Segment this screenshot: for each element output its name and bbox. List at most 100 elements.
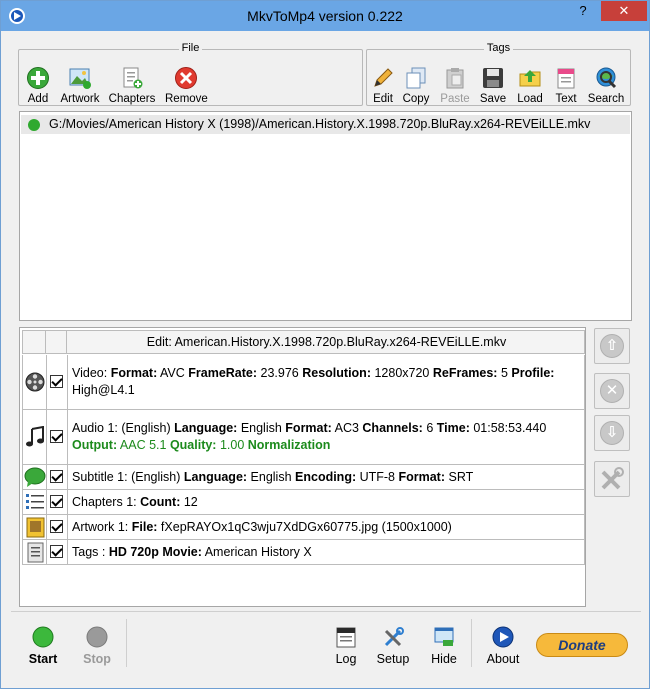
list-icon [26,494,44,509]
load-tags-button[interactable]: Load [515,66,545,105]
copy-tags-button[interactable]: Copy [401,66,431,105]
stop-icon [86,626,108,648]
search-tags-button[interactable]: Search [586,66,626,105]
hide-button[interactable]: Hide [427,626,461,666]
add-label: Add [27,93,49,105]
arrow-up-icon: ⇧ [600,334,624,358]
table-row-tags[interactable]: Tags : HD 720p Movie: American History X [22,540,585,565]
about-label: About [486,652,520,666]
table-row-artwork[interactable]: Artwork 1: File: fXepRAYOx1qC3wju7XdDGx6… [22,515,585,540]
artwork-icon [68,66,92,90]
setup-label: Setup [376,652,410,666]
chapters-label: Chapters [108,93,156,105]
chapters-button[interactable]: Chapters [107,66,157,105]
edit-tags-button[interactable]: Edit [369,66,397,105]
tags-checkbox[interactable] [50,545,63,558]
image-icon [26,517,45,538]
edit-tags-label: Edit [373,93,393,105]
table-row-subtitle[interactable]: Subtitle 1: (English) Language: English … [22,465,585,490]
stop-button[interactable]: Stop [78,626,116,666]
subtitle-info: Subtitle 1: (English) Language: English … [72,470,474,484]
wrench-icon [382,626,404,648]
log-icon [335,626,357,648]
save-tags-button[interactable]: Save [479,66,507,105]
move-down-button[interactable]: ⇩ [594,415,630,451]
chapters-info: Chapters 1: Count: 12 [72,495,198,509]
file-group-title: File [178,42,203,54]
remove-button[interactable]: Remove [165,66,208,105]
music-note-icon [26,426,44,447]
paste-icon [443,66,467,90]
file-path: G:/Movies/American History X (1998)/Amer… [49,117,591,131]
tools-icon [601,467,624,490]
about-button[interactable]: About [483,626,523,666]
remove-icon [174,66,198,90]
video-info: Video: Format: AVC FrameRate: 23.976 Res… [72,366,555,397]
video-checkbox[interactable] [50,375,63,388]
delete-track-button[interactable]: ✕ [594,373,630,409]
hide-icon [433,626,455,648]
copy-tags-label: Copy [402,93,430,105]
edit-table-header: Edit: American.History.X.1998.720p.BluRa… [22,330,585,354]
artwork-label: Artwork [60,93,100,105]
artwork-button[interactable]: Artwork [57,66,103,105]
list-item[interactable]: G:/Movies/American History X (1998)/Amer… [21,115,630,134]
document-icon [27,542,44,563]
hide-label: Hide [431,652,457,666]
main-window: MkvToMp4 version 0.222 ? ✕ File Add Artw… [0,0,650,689]
copy-icon [404,66,428,90]
start-button[interactable]: Start [23,626,63,666]
paste-tags-button[interactable]: Paste [438,66,472,105]
edit-table: Edit: American.History.X.1998.720p.BluRa… [19,327,586,607]
speech-bubble-icon [24,467,46,487]
audio-info: Audio 1: (English) Language: English For… [72,421,547,452]
stop-label: Stop [83,652,111,666]
about-icon [492,626,514,648]
chapters-checkbox[interactable] [50,495,63,508]
log-label: Log [335,652,357,666]
artwork-checkbox[interactable] [50,520,63,533]
close-button[interactable]: ✕ [601,1,647,21]
log-button[interactable]: Log [331,626,361,666]
delete-icon: ✕ [600,379,624,403]
artwork-info: Artwork 1: File: fXepRAYOx1qC3wju7XdDGx6… [72,520,452,534]
table-row-audio[interactable]: Audio 1: (English) Language: English For… [22,410,585,465]
chapters-icon [120,66,144,90]
text-icon [554,66,578,90]
add-icon [26,66,50,90]
remove-label: Remove [165,93,208,105]
window-title: MkvToMp4 version 0.222 [247,8,403,24]
subtitle-checkbox[interactable] [50,470,63,483]
audio-checkbox[interactable] [50,430,63,443]
donate-button[interactable]: Donate [536,633,628,657]
help-button[interactable]: ? [571,1,595,21]
table-row-chapters[interactable]: Chapters 1: Count: 12 [22,490,585,515]
tags-group-title: Tags [483,42,514,54]
start-icon [32,626,54,648]
title-bar[interactable]: MkvToMp4 version 0.222 ? ✕ [1,1,649,31]
move-up-button[interactable]: ⇧ [594,328,630,364]
file-list[interactable]: G:/Movies/American History X (1998)/Amer… [19,111,632,321]
search-icon [594,66,618,90]
tools-button[interactable] [594,461,630,497]
edit-title: Edit: American.History.X.1998.720p.BluRa… [146,335,507,349]
save-tags-label: Save [479,93,507,105]
text-tags-label: Text [555,93,577,105]
search-tags-label: Search [587,93,625,105]
add-button[interactable]: Add [23,66,53,105]
file-group: File Add Artwork Chapters Remove [18,42,363,106]
film-reel-icon [25,372,45,392]
tags-info: Tags : HD 720p Movie: American History X [72,545,312,559]
setup-button[interactable]: Setup [373,626,413,666]
load-tags-label: Load [517,93,543,105]
status-dot-icon [28,119,40,131]
start-label: Start [28,652,58,666]
paste-tags-label: Paste [440,93,470,105]
load-icon [518,66,542,90]
text-tags-button[interactable]: Text [552,66,580,105]
arrow-down-icon: ⇩ [600,421,624,445]
save-icon [481,66,505,90]
table-row-video[interactable]: Video: Format: AVC FrameRate: 23.976 Res… [22,355,585,410]
pencil-icon [371,66,395,90]
tags-group: Tags Edit Copy Paste Save Load Text Sear… [366,42,631,106]
